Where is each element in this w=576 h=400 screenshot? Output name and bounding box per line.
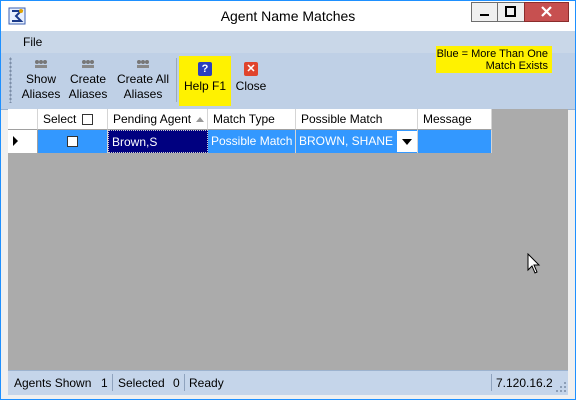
people-icon [137,60,149,68]
status-divider [491,374,492,391]
show-aliases-label-2: Aliases [21,87,61,101]
version-text: 7.120.16.2 [496,376,553,390]
current-row-icon [13,136,18,146]
message-cell[interactable] [418,130,492,153]
column-header-label: Pending Agent [113,112,192,126]
column-header-select[interactable]: Select [38,109,108,130]
possible-match-dropdown[interactable] [397,131,417,152]
column-header-label: Message [423,112,472,126]
selected-count: 0 [173,376,180,390]
create-aliases-label-1: Create [69,72,107,86]
status-divider [112,374,113,391]
create-all-aliases-button[interactable]: Create All Aliases [113,57,173,102]
toolbar-grip[interactable] [9,57,12,103]
possible-match-cell[interactable]: BROWN, SHANE [296,130,418,153]
close-button[interactable]: ✕ Close [233,56,269,106]
status-text: Ready [189,376,224,390]
column-header-match-type[interactable]: Match Type [208,109,296,130]
match-type-cell[interactable]: Possible Match [208,130,296,153]
create-aliases-label-2: Aliases [68,87,108,101]
people-icon [82,60,94,68]
legend-note: Blue = More Than One Match Exists [436,46,552,73]
column-header-label: Select [43,112,77,126]
pending-agent-cell[interactable]: Brown,S [108,130,208,153]
sort-ascending-icon [196,117,204,122]
help-label: Help F1 [183,79,227,93]
legend-line-2: Match Exists [485,60,548,72]
column-header-possible-match[interactable]: Possible Match [296,109,418,130]
close-window-button[interactable] [524,2,569,22]
menu-file[interactable]: File [23,35,42,49]
maximize-icon [505,6,516,17]
column-header-message[interactable]: Message [418,109,492,130]
select-cell[interactable] [38,130,108,153]
status-bar: Agents Shown 1 Selected 0 Ready 7.120.16… [8,370,568,395]
table-row[interactable]: Brown,S Possible Match BROWN, SHANE [8,130,492,153]
close-icon [541,6,552,17]
status-divider [184,374,185,391]
resize-grip-icon[interactable] [555,381,567,393]
help-button[interactable]: ? Help F1 [179,56,231,106]
create-all-aliases-label-1: Create All [116,72,170,86]
column-header-label: Match Type [213,112,275,126]
row-select-checkbox[interactable] [67,136,78,147]
agents-shown-label: Agents Shown [14,376,92,390]
title-bar: Agent Name Matches [1,1,575,31]
matches-grid[interactable]: Select Pending Agent Match Type Possible… [8,109,568,370]
column-header-pending-agent[interactable]: Pending Agent [108,109,208,130]
row-header-corner [8,109,38,130]
people-icon [35,60,47,68]
show-aliases-label-1: Show [25,72,57,86]
column-header-label: Possible Match [301,112,383,126]
selected-label: Selected [118,376,165,390]
create-aliases-button[interactable]: Create Aliases [65,57,111,102]
select-all-checkbox[interactable] [82,114,93,125]
legend-line-1: Blue = More Than One [436,48,548,60]
toolbar-separator [176,58,177,102]
maximize-button[interactable] [497,2,524,22]
help-icon: ? [198,62,212,76]
minimize-icon [480,14,489,16]
show-aliases-button[interactable]: Show Aliases [15,57,67,102]
agent-name-matches-window: Agent Name Matches File Show Aliases Cre… [0,0,576,400]
create-all-aliases-label-2: Aliases [123,87,163,101]
chevron-down-icon [402,139,412,145]
row-selector[interactable] [8,130,38,153]
close-label: Close [235,79,267,93]
minimize-button[interactable] [471,2,497,22]
agents-shown-count: 1 [101,376,108,390]
possible-match-value: BROWN, SHANE [299,134,394,148]
mouse-cursor-icon [527,253,541,274]
close-red-icon: ✕ [244,62,258,76]
